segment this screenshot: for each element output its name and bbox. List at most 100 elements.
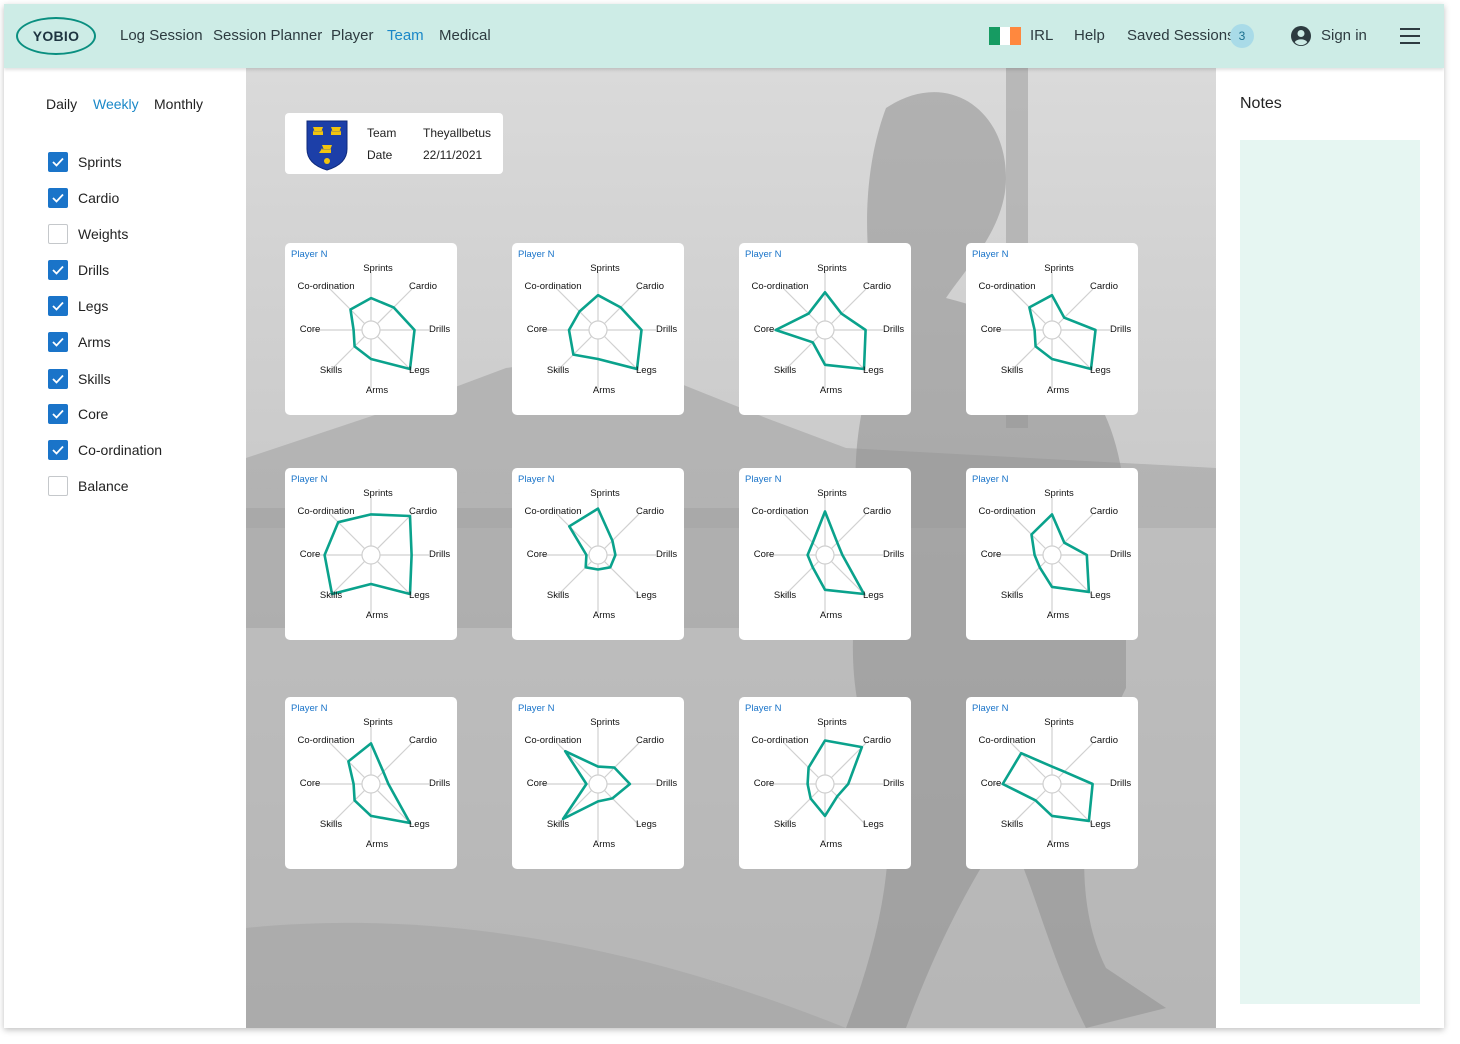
nav-saved-sessions[interactable]: Saved Sessions [1127,27,1235,44]
nav-player[interactable]: Player [331,27,374,44]
radar-chart: Sprints Cardio Drills Legs Arms Skills Core Co-… [524,263,677,396]
radar-axis-label: Core [754,549,775,560]
radar-axis-label: Arms [593,839,615,850]
player-radar-card[interactable]: Sprints Cardio Drills Legs Arms Skills Core Co-… [966,468,1138,640]
filter-item-legs[interactable]: Legs [48,296,108,316]
radar-axis-label: Cardio [1090,735,1118,746]
player-radar-card[interactable]: Sprints Cardio Drills Legs Arms Skills Core Co-… [739,697,911,869]
user-account-icon[interactable] [1291,26,1311,46]
radar-axis-label: Legs [1090,819,1111,830]
filter-label: Core [78,406,109,422]
app-logo[interactable]: YOBIO [16,17,96,55]
player-name[interactable]: Player N [518,703,554,714]
radar-axis-label: Cardio [636,281,664,292]
player-name[interactable]: Player N [745,249,781,260]
checkbox[interactable] [48,260,68,280]
sign-in-link[interactable]: Sign in [1321,27,1367,44]
radar-axis-label: Cardio [409,281,437,292]
notes-title: Notes [1240,95,1282,112]
radar-chart: Sprints Cardio Drills Legs Arms Skills Core Co-… [297,263,450,396]
radar-axis-label: Arms [820,839,842,850]
player-radar-card[interactable]: Sprints Cardio Drills Legs Arms Skills Core Co-… [285,243,457,415]
filter-item-core[interactable]: Core [48,404,108,424]
filter-item-drills[interactable]: Drills [48,260,109,280]
nav-session-planner[interactable]: Session Planner [213,27,322,44]
filter-item-skills[interactable]: Skills [48,369,111,389]
checkbox[interactable] [48,188,68,208]
player-radar-card[interactable]: Sprints Cardio Drills Legs Arms Skills Core Co-… [512,697,684,869]
radar-axis-label: Arms [593,610,615,621]
checkbox[interactable] [48,404,68,424]
nav-help[interactable]: Help [1074,27,1105,44]
player-name[interactable]: Player N [972,703,1008,714]
notes-textarea[interactable] [1240,140,1420,1004]
nav-log-session[interactable]: Log Session [120,27,203,44]
radar-axis-label: Drills [429,324,450,335]
radar-axis-label: Skills [320,590,342,601]
filter-label: Legs [78,298,109,314]
player-name[interactable]: Player N [518,474,554,485]
period-tab-daily[interactable]: Daily [46,96,77,112]
radar-axis-label: Core [300,778,321,789]
filter-item-sprints[interactable]: Sprints [48,152,122,172]
player-radar-card[interactable]: Sprints Cardio Drills Legs Arms Skills Core Co-… [966,697,1138,869]
flag-stripe [999,27,1011,45]
radar-axis-label: Cardio [863,281,891,292]
radar-axis-label: Legs [636,365,657,376]
radar-axis-label: Arms [820,385,842,396]
radar-axis-label: Drills [883,324,904,335]
hamburger-menu-icon[interactable] [1400,28,1420,44]
filter-item-cardio[interactable]: Cardio [48,188,119,208]
player-radar-card[interactable]: Sprints Cardio Drills Legs Arms Skills Core Co-… [512,468,684,640]
player-name[interactable]: Player N [291,249,327,260]
player-name[interactable]: Player N [745,703,781,714]
player-radar-card[interactable]: Sprints Cardio Drills Legs Arms Skills Core Co-… [285,697,457,869]
checkbox[interactable] [48,369,68,389]
checkbox[interactable] [48,152,68,172]
filter-item-arms[interactable]: Arms [48,332,111,352]
radar-center-ring [588,545,608,565]
player-name[interactable]: Player N [291,474,327,485]
player-radar-card[interactable]: Sprints Cardio Drills Legs Arms Skills Core Co-… [739,468,911,640]
radar-chart: Sprints Cardio Drills Legs Arms Skills Core Co-… [297,488,450,621]
radar-chart: Sprints Cardio Drills Legs Arms Skills Core Co-… [751,263,904,396]
player-radar-card[interactable]: Sprints Cardio Drills Legs Arms Skills Core Co-… [512,243,684,415]
menu-bar [1400,35,1420,37]
player-radar-card[interactable]: Sprints Cardio Drills Legs Arms Skills Core Co-… [285,468,457,640]
radar-center-ring [1042,774,1062,794]
radar-chart: Sprints Cardio Drills Legs Arms Skills Core Co-… [524,488,677,621]
radar-axis-label: Skills [547,590,569,601]
ireland-flag-icon[interactable] [989,27,1022,45]
checkbox[interactable] [48,224,68,244]
checkbox[interactable] [48,476,68,496]
nav-medical[interactable]: Medical [439,27,491,44]
player-radar-card[interactable]: Sprints Cardio Drills Legs Arms Skills Core Co-… [966,243,1138,415]
country-selector[interactable]: IRL [1030,27,1053,44]
radar-axis-label: Legs [409,819,430,830]
radar-axis-label: Arms [1047,610,1069,621]
radar-axis-label: Skills [320,819,342,830]
nav-team[interactable]: Team [387,27,424,44]
filter-item-co-ordination[interactable]: Co-ordination [48,440,162,460]
player-name[interactable]: Player N [972,474,1008,485]
checkbox[interactable] [48,440,68,460]
period-tab-weekly[interactable]: Weekly [93,96,139,112]
radar-axis-label: Legs [863,819,884,830]
radar-axis-label: Drills [1110,549,1131,560]
player-radar-card[interactable]: Sprints Cardio Drills Legs Arms Skills Core Co-… [739,243,911,415]
filter-item-balance[interactable]: Balance [48,476,129,496]
player-name[interactable]: Player N [291,703,327,714]
period-tab-monthly[interactable]: Monthly [154,96,203,112]
radar-axis-label: Cardio [409,735,437,746]
checkbox[interactable] [48,332,68,352]
radar-axis-label: Skills [774,365,796,376]
top-navigation-bar: YOBIO Log Session Session Planner Player… [4,4,1444,68]
player-name[interactable]: Player N [518,249,554,260]
player-name[interactable]: Player N [745,474,781,485]
filter-item-weights[interactable]: Weights [48,224,128,244]
radar-axis-label: Core [981,778,1002,789]
checkbox[interactable] [48,296,68,316]
checkmark-icon [52,337,64,347]
radar-axis-label: Drills [1110,778,1131,789]
player-name[interactable]: Player N [972,249,1008,260]
